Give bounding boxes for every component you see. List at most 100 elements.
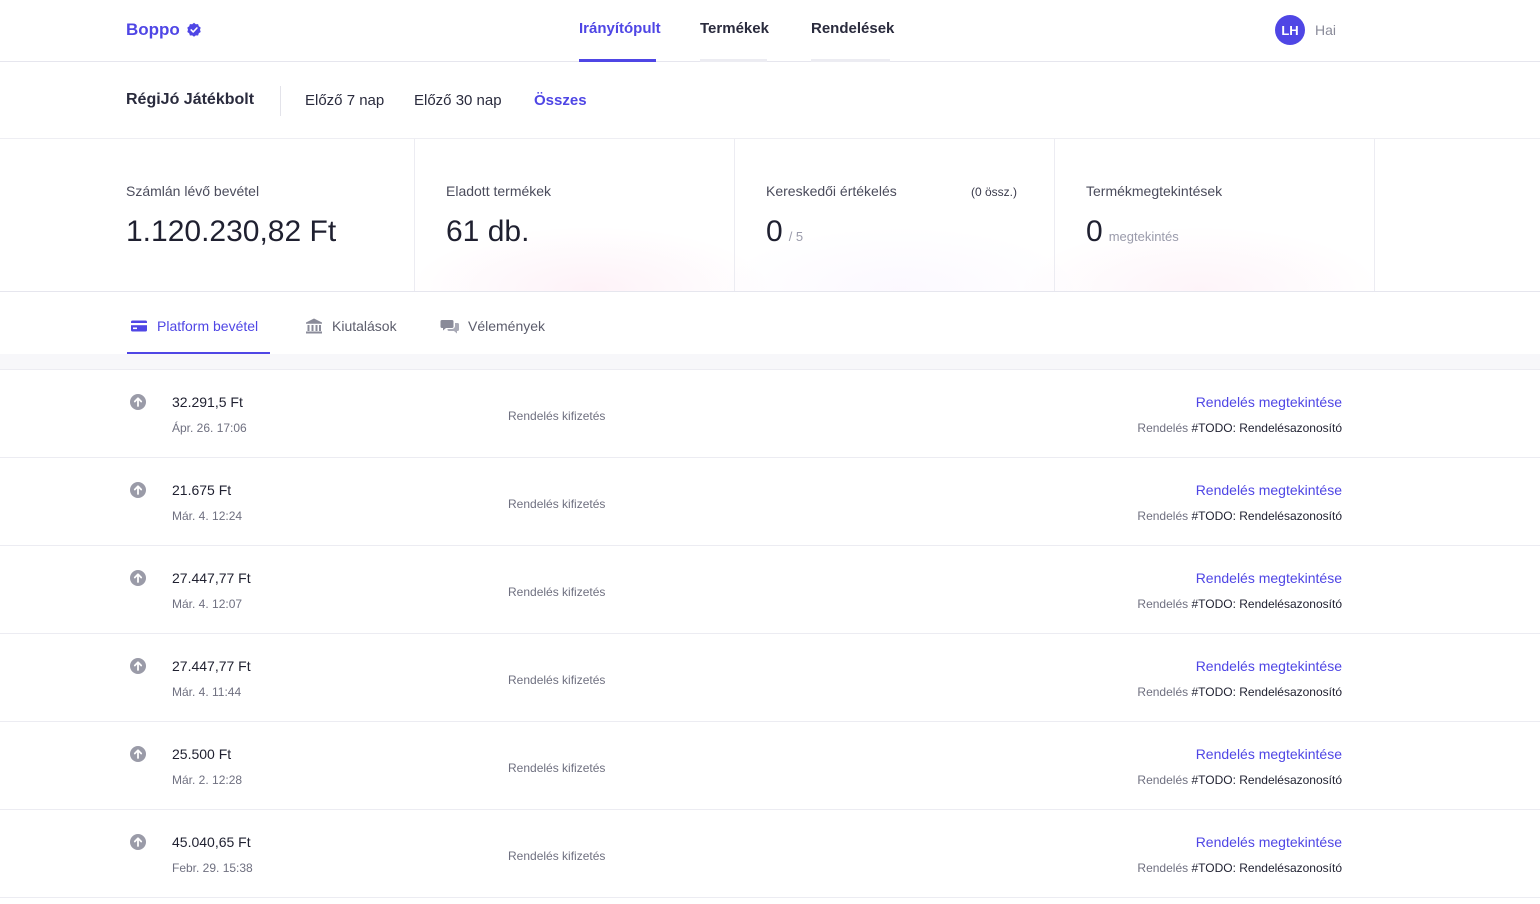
transaction-date: Már. 4. 12:07: [172, 597, 243, 611]
order-reference-id: #TODO: Rendelésazonosító: [1191, 773, 1342, 787]
transaction-row: 21.675 Ft Már. 4. 12:24 Rendelés kifizet…: [0, 458, 1540, 546]
transaction-date: Már. 4. 12:24: [172, 509, 243, 523]
range-last-7-days[interactable]: Előző 7 nap: [305, 92, 384, 109]
verified-badge-icon: [187, 22, 201, 37]
transaction-date: Febr. 29. 15:38: [172, 861, 253, 875]
order-reference-id: #TODO: Rendelésazonosító: [1191, 421, 1342, 435]
stat-views-value: 0: [1086, 215, 1103, 248]
divider: [280, 86, 281, 116]
store-name: RégiJó Játékbolt: [126, 91, 255, 108]
stat-sold-value: 61 db.: [446, 215, 530, 248]
nav-orders-label: Rendelések: [811, 20, 895, 37]
view-order-link[interactable]: Rendelés megtekintése: [1196, 746, 1342, 762]
bank-icon: [306, 318, 322, 334]
stat-sold-label: Eladott termékek: [446, 183, 552, 199]
order-reference-id: #TODO: Rendelésazonosító: [1191, 597, 1342, 611]
order-reference: Rendelés #TODO: Rendelésazonosító: [1137, 509, 1342, 523]
order-reference-prefix: Rendelés: [1137, 861, 1189, 875]
transaction-date: Ápr. 26. 17:06: [172, 421, 247, 435]
order-reference: Rendelés #TODO: Rendelésazonosító: [1137, 773, 1342, 787]
transaction-amount: 32.291,5 Ft: [172, 394, 243, 410]
order-reference-prefix: Rendelés: [1137, 773, 1189, 787]
tab-payouts[interactable]: Kiutalások: [304, 292, 404, 354]
nav-dashboard[interactable]: Irányítópult: [579, 0, 661, 62]
transaction-row: 32.291,5 Ft Ápr. 26. 17:06 Rendelés kifi…: [0, 370, 1540, 458]
view-order-link[interactable]: Rendelés megtekintése: [1196, 834, 1342, 850]
nav-products[interactable]: Termékek: [700, 0, 769, 62]
stat-sold-products: Eladott termékek 61 db.: [415, 139, 735, 291]
stat-views-suffix: megtekintés: [1108, 229, 1179, 244]
tab-bar: Platform bevétel Kiutalások Vélemények: [0, 292, 1540, 354]
transaction-date: Már. 2. 12:28: [172, 773, 243, 787]
transaction-amount: 27.447,77 Ft: [172, 570, 251, 586]
avatar: LH: [1275, 15, 1305, 45]
user-menu[interactable]: LH Hai: [1275, 15, 1336, 45]
tab-payouts-label: Kiutalások: [332, 318, 397, 334]
transaction-type: Rendelés kifizetés: [508, 673, 606, 687]
range-all[interactable]: Összes: [534, 92, 587, 109]
view-order-link[interactable]: Rendelés megtekintése: [1196, 570, 1342, 586]
stat-rating-label: Kereskedői értékelés: [766, 183, 897, 199]
chat-bubbles-icon: [440, 320, 459, 334]
stat-rating-value: 0: [766, 215, 783, 248]
transaction-type: Rendelés kifizetés: [508, 497, 606, 511]
order-reference-id: #TODO: Rendelésazonosító: [1191, 509, 1342, 523]
top-navbar: Boppo Irányítópult Termékek Rendelések L…: [0, 0, 1540, 62]
transaction-amount: 25.500 Ft: [172, 746, 232, 762]
stat-product-views: Termékmegtekintések 0 megtekintés: [1055, 139, 1375, 291]
transaction-amount: 45.040,65 Ft: [172, 834, 251, 850]
stat-revenue-label: Számlán lévő bevétel: [126, 183, 260, 199]
order-reference-prefix: Rendelés: [1137, 685, 1189, 699]
order-reference-prefix: Rendelés: [1137, 597, 1189, 611]
order-reference-id: #TODO: Rendelésazonosító: [1191, 861, 1342, 875]
stats-panel: Számlán lévő bevétel 1.120.230,82 Ft Ela…: [0, 139, 1540, 292]
order-reference-prefix: Rendelés: [1137, 509, 1189, 523]
arrow-up-circle-icon: [130, 746, 146, 762]
transaction-date: Már. 4. 11:44: [172, 685, 242, 699]
order-reference: Rendelés #TODO: Rendelésazonosító: [1137, 421, 1342, 435]
transaction-type: Rendelés kifizetés: [508, 849, 606, 863]
stat-revenue: Számlán lévő bevétel 1.120.230,82 Ft: [0, 139, 415, 291]
store-filter-bar: RégiJó Játékbolt Előző 7 nap Előző 30 na…: [0, 62, 1540, 139]
stat-rating-value-wrap: 0 / 5: [766, 215, 803, 249]
transaction-row: 45.040,65 Ft Febr. 29. 15:38 Rendelés ki…: [0, 810, 1540, 898]
tab-platform-revenue[interactable]: Platform bevétel: [127, 292, 270, 354]
view-order-link[interactable]: Rendelés megtekintése: [1196, 482, 1342, 498]
order-reference: Rendelés #TODO: Rendelésazonosító: [1137, 685, 1342, 699]
arrow-up-circle-icon: [130, 570, 146, 586]
transaction-amount: 27.447,77 Ft: [172, 658, 251, 674]
order-reference-id: #TODO: Rendelésazonosító: [1191, 685, 1342, 699]
view-order-link[interactable]: Rendelés megtekintése: [1196, 394, 1342, 410]
transaction-list: 32.291,5 Ft Ápr. 26. 17:06 Rendelés kifi…: [0, 370, 1540, 898]
stat-views-value-wrap: 0 megtekintés: [1086, 215, 1179, 249]
order-reference-prefix: Rendelés: [1137, 421, 1189, 435]
order-reference: Rendelés #TODO: Rendelésazonosító: [1137, 597, 1342, 611]
arrow-up-circle-icon: [130, 394, 146, 410]
tab-reviews[interactable]: Vélemények: [440, 292, 555, 354]
nav-products-label: Termékek: [700, 20, 769, 37]
stat-rating-count: (0 össz.): [971, 185, 1018, 199]
transaction-type: Rendelés kifizetés: [508, 409, 606, 423]
transaction-row: 27.447,77 Ft Már. 4. 11:44 Rendelés kifi…: [0, 634, 1540, 722]
stat-revenue-value: 1.120.230,82 Ft: [126, 215, 337, 248]
arrow-up-circle-icon: [130, 834, 146, 850]
view-order-link[interactable]: Rendelés megtekintése: [1196, 658, 1342, 674]
brand-name: Boppo: [126, 20, 180, 39]
brand-logo[interactable]: Boppo: [126, 20, 202, 40]
credit-card-icon: [131, 320, 147, 332]
tab-platform-revenue-label: Platform bevétel: [157, 318, 259, 334]
user-name: Hai: [1315, 22, 1337, 38]
order-reference: Rendelés #TODO: Rendelésazonosító: [1137, 861, 1342, 875]
tab-reviews-label: Vélemények: [468, 318, 546, 334]
arrow-up-circle-icon: [130, 482, 146, 498]
section-divider: [0, 354, 1540, 370]
range-last-30-days[interactable]: Előző 30 nap: [414, 92, 502, 109]
nav-orders[interactable]: Rendelések: [811, 0, 894, 62]
nav-dashboard-label: Irányítópult: [579, 20, 661, 37]
stat-views-label: Termékmegtekintések: [1086, 183, 1223, 199]
transaction-type: Rendelés kifizetés: [508, 585, 606, 599]
stat-rating-suffix: / 5: [788, 229, 804, 244]
transaction-row: 27.447,77 Ft Már. 4. 12:07 Rendelés kifi…: [0, 546, 1540, 634]
transaction-amount: 21.675 Ft: [172, 482, 232, 498]
transaction-type: Rendelés kifizetés: [508, 761, 606, 775]
